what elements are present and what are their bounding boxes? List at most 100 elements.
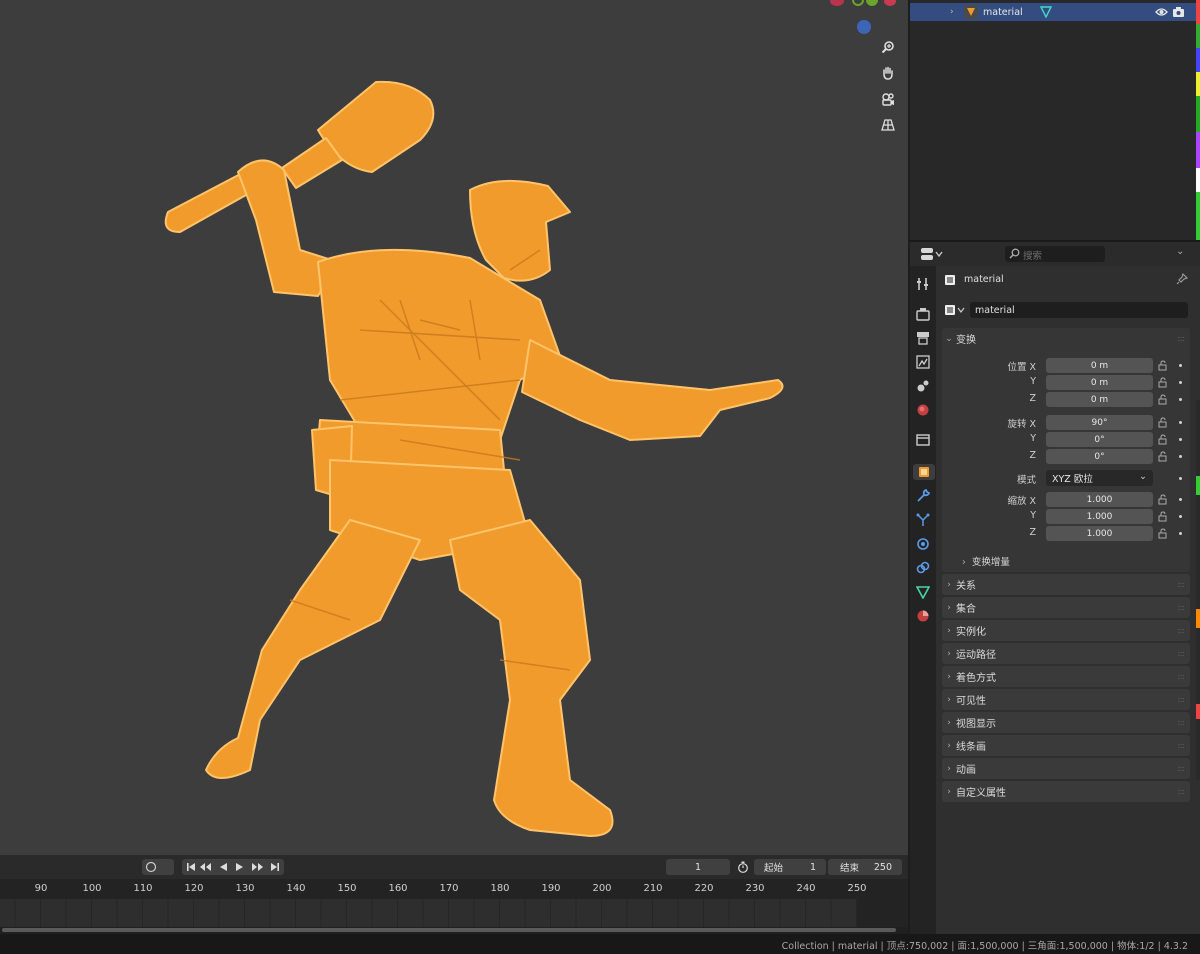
scale-x-field[interactable]: 1.000 xyxy=(1046,492,1153,507)
constraints-tab-icon[interactable] xyxy=(915,560,931,576)
keyframe-dot[interactable] xyxy=(1179,364,1182,367)
drag-grip-icon[interactable]: :::: xyxy=(1177,626,1185,635)
location-x-field[interactable]: 0 m xyxy=(1046,358,1153,373)
lock-scale-x-icon[interactable] xyxy=(1158,494,1169,505)
visibility-panel-header[interactable]: › 可见性:::: xyxy=(942,689,1190,710)
jump-to-keyframe-back-icon[interactable] xyxy=(199,861,213,873)
rotation-x-field[interactable]: 90° xyxy=(1046,415,1153,430)
drag-grip-icon[interactable]: :::: xyxy=(1177,580,1185,589)
keyframe-dot[interactable] xyxy=(1179,532,1182,535)
rotation-mode-select[interactable]: XYZ 欧拉 ⌄ xyxy=(1046,470,1153,486)
line-art-panel-header[interactable]: › 线条画:::: xyxy=(942,735,1190,756)
timeline-ruler[interactable]: 90 100 110 120 130 140 150 160 170 180 190 200 210 22… xyxy=(0,879,908,899)
frame-tick-label: 230 xyxy=(745,883,765,894)
jump-to-end-icon[interactable] xyxy=(269,861,281,873)
particles-tab-icon[interactable] xyxy=(915,512,931,528)
jump-to-start-icon[interactable] xyxy=(185,861,197,873)
3d-viewport[interactable] xyxy=(0,0,908,855)
keyframe-dot[interactable] xyxy=(1179,515,1182,518)
scene-tab-icon[interactable] xyxy=(915,378,931,394)
location-z-field[interactable]: 0 m xyxy=(1046,392,1153,407)
mesh-data-tab-icon[interactable] xyxy=(915,584,931,600)
play-icon[interactable] xyxy=(234,861,246,873)
keyframe-dot[interactable] xyxy=(1179,421,1182,424)
tool-settings-tab-icon[interactable] xyxy=(915,276,931,292)
pan-hand-icon[interactable] xyxy=(877,62,899,84)
properties-search-input[interactable]: 搜索 xyxy=(1005,246,1105,262)
keyframe-dot[interactable] xyxy=(1179,498,1182,501)
keyframe-dot[interactable] xyxy=(1179,438,1182,441)
modifier-wrench-icon[interactable] xyxy=(915,488,931,504)
lock-scale-z-icon[interactable] xyxy=(1158,528,1169,539)
drag-grip-icon[interactable]: :::: xyxy=(1177,764,1185,773)
keyframe-dot[interactable] xyxy=(1179,455,1182,458)
drag-grip-icon[interactable]: :::: xyxy=(1177,718,1185,727)
camera-view-icon[interactable] xyxy=(877,88,899,110)
collection-tab-icon[interactable] xyxy=(915,432,931,448)
gizmo-view-axis-dot[interactable] xyxy=(857,20,871,34)
editor-type-icon[interactable] xyxy=(920,247,944,264)
world-tab-icon[interactable] xyxy=(915,402,931,418)
object-tab-icon[interactable] xyxy=(913,464,935,480)
frame-start-field[interactable]: 起始 1 xyxy=(754,859,826,875)
lock-rotation-z-icon[interactable] xyxy=(1158,451,1169,462)
viewport-display-panel-header[interactable]: › 视图显示:::: xyxy=(942,712,1190,733)
stopwatch-icon[interactable] xyxy=(737,861,749,873)
frame-end-field[interactable]: 结束 250 xyxy=(828,859,902,875)
soldier-model[interactable] xyxy=(0,0,908,855)
drag-grip-icon[interactable]: :::: xyxy=(1177,649,1185,658)
keyframe-dot[interactable] xyxy=(1179,398,1182,401)
motion-paths-panel-header[interactable]: › 运动路径:::: xyxy=(942,643,1190,664)
location-y-field[interactable]: 0 m xyxy=(1046,375,1153,390)
lock-location-y-icon[interactable] xyxy=(1158,377,1169,388)
lock-location-z-icon[interactable] xyxy=(1158,394,1169,405)
drag-grip-icon[interactable]: :::: xyxy=(1177,334,1185,343)
drag-grip-icon[interactable]: :::: xyxy=(1177,672,1185,681)
outliner-panel[interactable]: › material xyxy=(910,0,1200,240)
output-tab-icon[interactable] xyxy=(915,330,931,346)
delta-transform-subpanel[interactable]: › 变换增量 xyxy=(962,554,1010,568)
drag-grip-icon[interactable]: :::: xyxy=(1177,603,1185,612)
current-frame-field[interactable]: 1 xyxy=(666,859,730,875)
perspective-grid-icon[interactable] xyxy=(877,114,899,136)
drag-grip-icon[interactable]: :::: xyxy=(1177,787,1185,796)
zoom-icon[interactable] xyxy=(877,36,899,58)
lock-rotation-x-icon[interactable] xyxy=(1158,417,1169,428)
outliner-row-material[interactable]: › material xyxy=(910,3,1197,21)
timeline-track[interactable] xyxy=(0,899,1200,927)
scale-z-field[interactable]: 1.000 xyxy=(1046,526,1153,541)
rotation-z-field[interactable]: 0° xyxy=(1046,449,1153,464)
play-reverse-icon[interactable] xyxy=(217,861,229,873)
transform-panel-header[interactable]: ⌄ 变换 :::: xyxy=(942,328,1190,349)
animation-panel-header[interactable]: › 动画:::: xyxy=(942,758,1190,779)
scale-y-field[interactable]: 1.000 xyxy=(1046,509,1153,524)
relations-panel-header[interactable]: › 关系:::: xyxy=(942,574,1190,595)
material-tab-icon[interactable] xyxy=(915,608,931,624)
lock-rotation-y-icon[interactable] xyxy=(1158,434,1169,445)
instancing-panel-header[interactable]: › 实例化:::: xyxy=(942,620,1190,641)
scrollbar-thumb[interactable] xyxy=(2,928,896,932)
lock-scale-y-icon[interactable] xyxy=(1158,511,1169,522)
timeline-scrollbar[interactable] xyxy=(0,927,908,934)
render-camera-icon[interactable] xyxy=(1172,6,1185,21)
rotation-y-field[interactable]: 0° xyxy=(1046,432,1153,447)
physics-tab-icon[interactable] xyxy=(915,536,931,552)
drag-grip-icon[interactable]: :::: xyxy=(1177,695,1185,704)
collections-panel-header[interactable]: › 集合:::: xyxy=(942,597,1190,618)
options-chevron-down-icon[interactable]: ⌄ xyxy=(1176,246,1184,257)
lock-location-x-icon[interactable] xyxy=(1158,360,1169,371)
pin-icon[interactable] xyxy=(1176,272,1189,288)
auto-keying-toggle[interactable] xyxy=(142,859,174,875)
keyframe-dot[interactable] xyxy=(1179,381,1182,384)
drag-grip-icon[interactable]: :::: xyxy=(1177,741,1185,750)
custom-properties-panel-header[interactable]: › 自定义属性:::: xyxy=(942,781,1190,802)
expand-chevron-icon[interactable]: › xyxy=(950,7,954,17)
render-tab-icon[interactable] xyxy=(915,306,931,322)
object-name-field[interactable]: material xyxy=(970,302,1188,318)
keyframe-dot[interactable] xyxy=(1179,477,1182,480)
visibility-eye-icon[interactable] xyxy=(1155,6,1168,21)
shading-panel-header[interactable]: › 着色方式:::: xyxy=(942,666,1190,687)
object-data-selector-icon[interactable] xyxy=(944,304,966,319)
view-layer-tab-icon[interactable] xyxy=(915,354,931,370)
jump-to-keyframe-forward-icon[interactable] xyxy=(250,861,264,873)
